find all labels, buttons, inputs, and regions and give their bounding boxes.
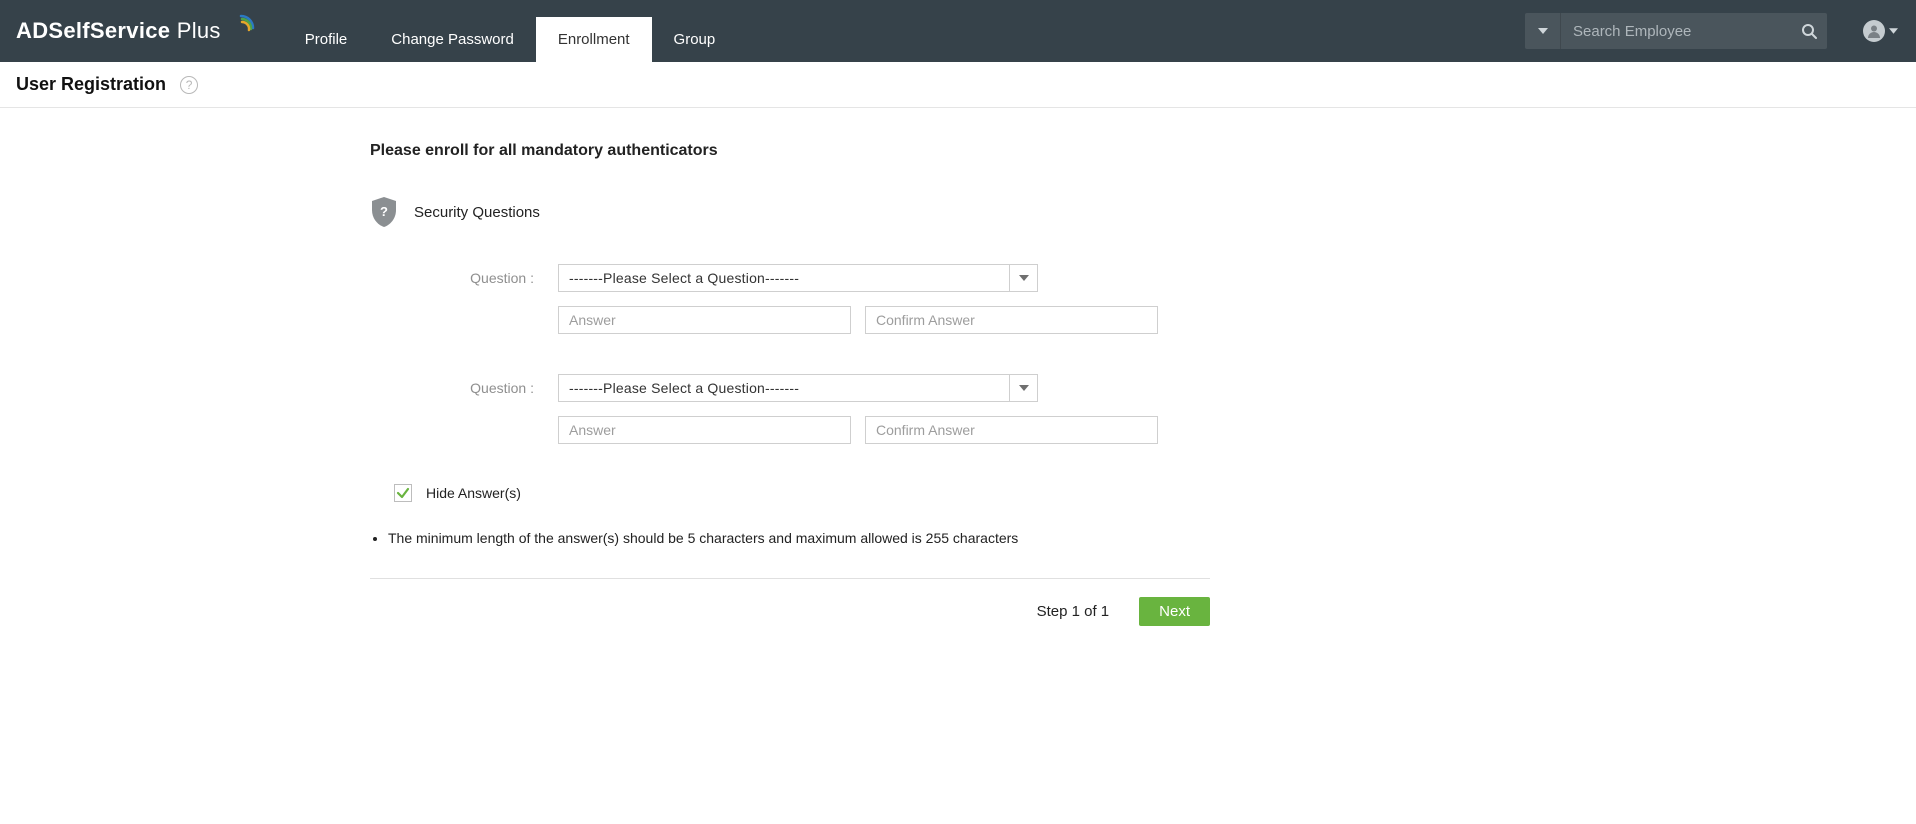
help-icon[interactable]: ? [180,76,198,94]
question-group: Question : -------Please Select a Questi… [370,264,1210,334]
search-icon [1801,23,1817,39]
question-select-caret[interactable] [1010,374,1038,402]
answer-input-2[interactable] [558,416,851,444]
section-title: Security Questions [414,204,540,221]
brand-name-bold: ADSelfService [16,18,170,43]
nav-change-password[interactable]: Change Password [369,17,536,62]
question-group: Question : -------Please Select a Questi… [370,374,1210,444]
primary-nav: Profile Change Password Enrollment Group [283,0,738,62]
topbar: ADSelfService Plus Profile Change Passwo… [0,0,1916,62]
nav-profile[interactable]: Profile [283,17,370,62]
chevron-down-icon [1538,28,1548,34]
question-select-display[interactable]: -------Please Select a Question------- [558,264,1010,292]
chevron-down-icon [1019,275,1029,281]
question-select-1[interactable]: -------Please Select a Question------- [558,264,1038,292]
check-icon [396,486,410,500]
confirm-answer-input-2[interactable] [865,416,1158,444]
step-indicator: Step 1 of 1 [1037,603,1110,620]
nav-group[interactable]: Group [652,17,738,62]
question-label: Question : [418,270,558,286]
chevron-down-icon [1889,28,1898,34]
shield-icon: ? [370,196,398,228]
security-questions-header: ? Security Questions [370,196,1210,228]
divider [370,578,1210,579]
search-wrap [1525,13,1827,49]
brand: ADSelfService Plus [0,0,283,62]
question-select-display[interactable]: -------Please Select a Question------- [558,374,1010,402]
svg-text:?: ? [380,204,388,219]
hide-answers-label: Hide Answer(s) [426,485,521,501]
next-button[interactable]: Next [1139,597,1210,626]
question-select-caret[interactable] [1010,264,1038,292]
footer-row: Step 1 of 1 Next [370,597,1210,656]
rules-list: The minimum length of the answer(s) shou… [370,530,1210,546]
user-menu[interactable] [1845,0,1916,62]
brand-swirl-icon [227,14,255,48]
main-content: Please enroll for all mandatory authenti… [370,142,1210,656]
rule-item: The minimum length of the answer(s) shou… [388,530,1210,546]
enroll-instruction: Please enroll for all mandatory authenti… [370,142,1210,160]
chevron-down-icon [1019,385,1029,391]
brand-name-light: Plus [170,18,220,43]
search-button[interactable] [1791,13,1827,49]
hide-answers-row: Hide Answer(s) [394,484,1210,502]
page-subheader: User Registration ? [0,62,1916,108]
answer-input-1[interactable] [558,306,851,334]
confirm-answer-input-1[interactable] [865,306,1158,334]
search-input[interactable] [1561,13,1791,49]
page-title: User Registration [16,74,166,95]
avatar-icon [1863,20,1885,42]
hide-answers-checkbox[interactable] [394,484,412,502]
question-select-2[interactable]: -------Please Select a Question------- [558,374,1038,402]
question-label: Question : [418,380,558,396]
nav-enrollment[interactable]: Enrollment [536,17,652,62]
search-scope-dropdown[interactable] [1525,13,1561,49]
